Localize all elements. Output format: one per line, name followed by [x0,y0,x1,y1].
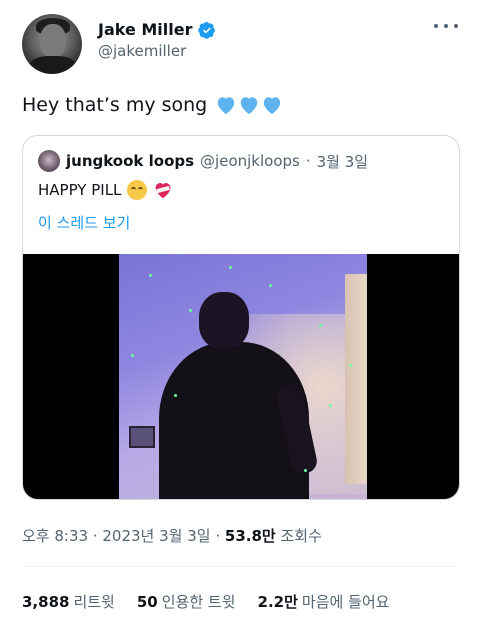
likes-count: 2.2만 [257,593,298,611]
mending-heart-icon [153,181,173,199]
quoted-tweet-card[interactable]: jungkook loops @jeonjkloops · 3월 3일 HAPP… [22,135,460,500]
likes-stat[interactable]: 2.2만 마음에 들어요 [258,591,390,612]
quoted-text-content: HAPPY PILL [38,181,122,199]
blue-hearts-emoji [215,95,283,115]
tweet-stats: 3,888 리트윗 50 인용한 트윗 2.2만 마음에 들어요 [22,591,389,612]
quoted-separator: · [305,152,311,170]
tweet-header: Jake Miller @jakemiller [22,14,458,74]
show-thread-link[interactable]: 이 스레드 보기 [38,212,130,233]
avatar[interactable] [22,14,82,74]
retweets-count: 3,888 [22,593,70,611]
author-display-name[interactable]: Jake Miller [98,20,193,39]
blue-heart-icon [241,97,258,115]
views-label: 조회수 [280,527,322,545]
tweet-meta: 오후 8:33 · 2023년 3월 3일 · 53.8만 조회수 [22,527,322,545]
more-options-icon[interactable] [434,16,458,36]
blue-heart-icon [218,97,235,115]
likes-label: 마음에 들어요 [301,593,390,611]
retweets-label: 리트윗 [73,593,115,611]
quoted-tweet-header: jungkook loops @jeonjkloops · 3월 3일 [38,150,368,172]
quotes-label: 인용한 트윗 [161,593,236,611]
author-block: Jake Miller @jakemiller [98,20,216,60]
tweet-time[interactable]: 오후 8:33 [22,527,88,545]
quotes-count: 50 [136,593,158,611]
quoted-handle[interactable]: @jeonjkloops [200,152,300,170]
quoted-video[interactable] [23,254,459,499]
blue-heart-icon [264,97,281,115]
quotes-stat[interactable]: 50 인용한 트윗 [137,591,236,612]
retweets-stat[interactable]: 3,888 리트윗 [22,591,115,612]
smiling-face-with-hearts-icon [127,180,148,200]
quoted-display-name[interactable]: jungkook loops [66,152,194,170]
verified-badge-icon [197,21,215,39]
tweet-text-content: Hey that’s my song [22,94,208,116]
tweet-date[interactable]: 2023년 3월 3일 [102,527,210,545]
quoted-text: HAPPY PILL [38,180,173,200]
views-count: 53.8만 [224,527,276,545]
video-frame [119,254,367,499]
divider [22,566,458,567]
author-handle[interactable]: @jakemiller [98,42,216,60]
quoted-date[interactable]: 3월 3일 [317,151,368,172]
quoted-avatar[interactable] [38,150,60,172]
tweet-text: Hey that’s my song [22,94,283,116]
